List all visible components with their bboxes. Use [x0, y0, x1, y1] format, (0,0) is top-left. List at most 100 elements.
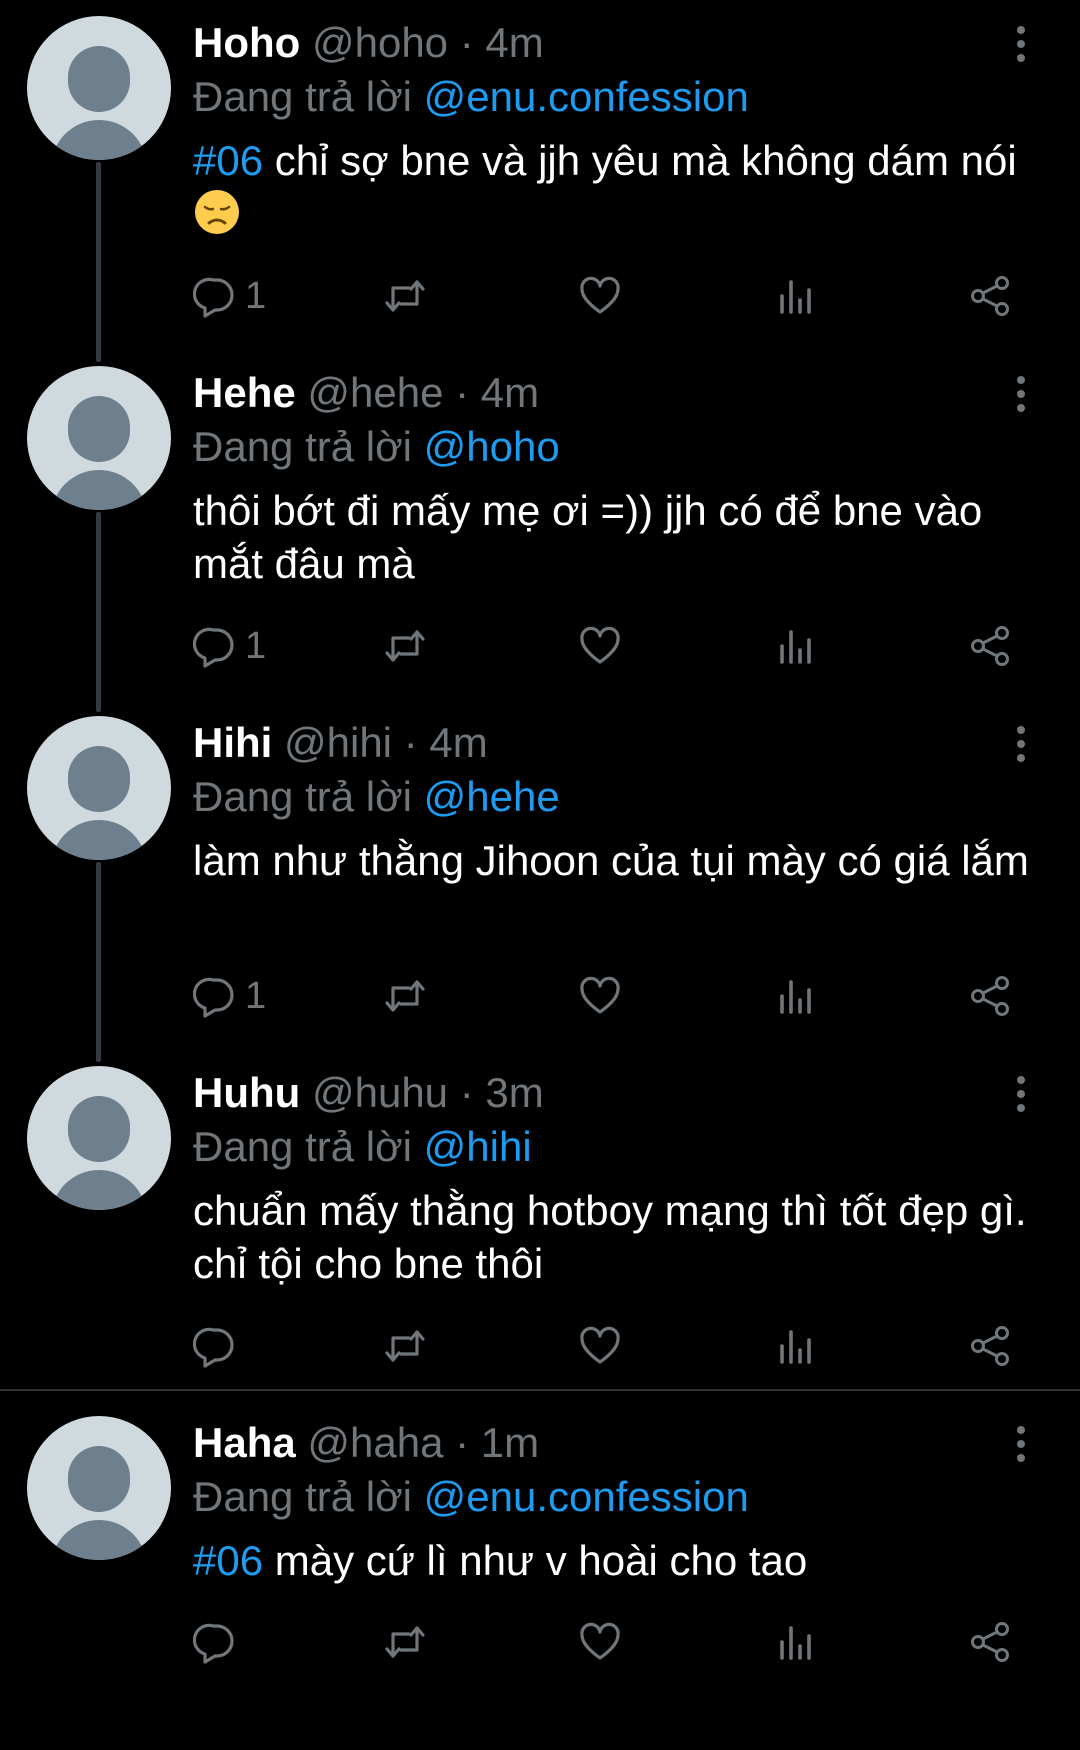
like-button[interactable] [578, 968, 622, 1024]
tweet-text: thôi bớt đi mấy mẹ ơi =)) jjh có để bne … [193, 484, 1043, 590]
timestamp[interactable]: 1m [481, 1419, 539, 1466]
reply-button[interactable]: 1 [193, 268, 266, 324]
tweet-text-content: mày cứ lì như v hoài cho tao [263, 1537, 808, 1584]
reply-button[interactable] [193, 1614, 245, 1670]
tweet[interactable]: Hoho @hoho · 4m Đang trả lời @enu.confes… [0, 0, 1080, 350]
retweet-icon [385, 630, 425, 662]
replying-to-label: Đang trả lời [193, 1123, 412, 1170]
views-icon [780, 630, 811, 664]
reply-icon [193, 977, 234, 1018]
retweet-icon [385, 280, 425, 312]
views-button[interactable] [773, 968, 817, 1024]
avatar-body-shape [51, 820, 147, 860]
like-icon [580, 1326, 620, 1364]
display-name[interactable]: Hihi [193, 719, 272, 766]
reply-mention-link[interactable]: @enu.confession [424, 73, 749, 120]
tweet-text: làm như thằng Jihoon của tụi mày có giá … [193, 834, 1043, 887]
retweet-button[interactable] [383, 968, 427, 1024]
reply-count: 1 [245, 275, 267, 317]
display-name[interactable]: Huhu [193, 1069, 300, 1116]
timestamp[interactable]: 4m [429, 719, 487, 766]
replying-to-line: Đang trả lời @hehe [193, 770, 560, 824]
tweet-text: #06 mày cứ lì như v hoài cho tao [193, 1534, 1043, 1587]
views-button[interactable] [773, 268, 817, 324]
replying-to-line: Đang trả lời @enu.confession [193, 70, 749, 124]
avatar[interactable] [27, 16, 171, 160]
share-button[interactable] [968, 268, 1012, 324]
share-button[interactable] [968, 1318, 1012, 1374]
share-button[interactable] [968, 968, 1012, 1024]
reply-mention-link[interactable]: @hihi [424, 1123, 532, 1170]
avatar-head-shape [68, 746, 130, 812]
avatar-head-shape [68, 396, 130, 462]
retweet-button[interactable] [383, 1318, 427, 1374]
reply-mention-link[interactable]: @enu.confession [424, 1473, 749, 1520]
avatar[interactable] [27, 1416, 171, 1560]
retweet-button[interactable] [383, 268, 427, 324]
hashtag-link[interactable]: #06 [193, 137, 263, 184]
avatar-body-shape [51, 1520, 147, 1560]
more-vertical-icon[interactable] [1006, 370, 1036, 418]
like-button[interactable] [578, 618, 622, 674]
retweet-button[interactable] [383, 618, 427, 674]
reply-thread: Hoho @hoho · 4m Đang trả lời @enu.confes… [0, 0, 1080, 1679]
display-name[interactable]: Hehe [193, 369, 296, 416]
more-vertical-icon[interactable] [1006, 20, 1036, 68]
avatar[interactable] [27, 716, 171, 860]
tweet-actions: 1 [193, 268, 1053, 324]
tweet-actions: 1 [193, 968, 1053, 1024]
views-button[interactable] [773, 618, 817, 674]
user-handle[interactable]: @hihi [284, 719, 392, 766]
timestamp[interactable]: 4m [485, 19, 543, 66]
user-handle[interactable]: @huhu [312, 1069, 448, 1116]
reply-button[interactable]: 1 [193, 968, 266, 1024]
replying-to-line: Đang trả lời @hihi [193, 1120, 532, 1174]
retweet-icon [385, 980, 425, 1012]
like-icon [580, 276, 620, 314]
reply-button[interactable]: 1 [193, 618, 266, 674]
tweet-text: chuẩn mấy thằng hotboy mạng thì tốt đẹp … [193, 1184, 1043, 1290]
share-button[interactable] [968, 1614, 1012, 1670]
tweet-text: #06 chỉ sợ bne và jjh yêu mà không dám n… [193, 134, 1043, 240]
user-handle[interactable]: @hoho [312, 19, 448, 66]
tweet[interactable]: Haha @haha · 1m Đang trả lời @enu.confes… [0, 1400, 1080, 1750]
reply-icon [193, 1327, 234, 1368]
avatar-body-shape [51, 1170, 147, 1210]
timestamp[interactable]: 4m [481, 369, 539, 416]
reply-button[interactable] [193, 1318, 245, 1374]
views-icon [780, 280, 811, 314]
views-button[interactable] [773, 1318, 817, 1374]
tweet-text-content: chuẩn mấy thằng hotboy mạng thì tốt đẹp … [193, 1187, 1027, 1287]
like-button[interactable] [578, 1614, 622, 1670]
share-icon [971, 626, 1009, 666]
like-button[interactable] [578, 268, 622, 324]
tweet[interactable]: Hehe @hehe · 4m Đang trả lời @hoho thôi … [0, 350, 1080, 700]
disappointed-face-emoji [195, 190, 239, 234]
tweet[interactable]: Hihi @hihi · 4m Đang trả lời @hehe làm n… [0, 700, 1080, 1050]
tweet-actions: 1 [193, 618, 1053, 674]
hashtag-link[interactable]: #06 [193, 1537, 263, 1584]
tweet[interactable]: Huhu @huhu · 3m Đang trả lời @hihi chuẩn… [0, 1050, 1080, 1400]
more-vertical-icon[interactable] [1006, 1070, 1036, 1118]
display-name[interactable]: Haha [193, 1419, 296, 1466]
retweet-button[interactable] [383, 1614, 427, 1670]
separator-dot: · [455, 369, 470, 416]
reply-mention-link[interactable]: @hehe [424, 773, 560, 820]
user-handle[interactable]: @haha [307, 1419, 443, 1466]
views-button[interactable] [773, 1614, 817, 1670]
share-button[interactable] [968, 618, 1012, 674]
retweet-icon [385, 1330, 425, 1362]
more-vertical-icon[interactable] [1006, 1420, 1036, 1468]
avatar[interactable] [27, 1066, 171, 1210]
like-button[interactable] [578, 1318, 622, 1374]
display-name[interactable]: Hoho [193, 19, 300, 66]
tweet-actions [193, 1614, 1053, 1670]
user-handle[interactable]: @hehe [307, 369, 443, 416]
avatar[interactable] [27, 366, 171, 510]
timestamp[interactable]: 3m [485, 1069, 543, 1116]
share-icon [971, 976, 1009, 1016]
reply-mention-link[interactable]: @hoho [424, 423, 560, 470]
replying-to-label: Đang trả lời [193, 423, 412, 470]
more-vertical-icon[interactable] [1006, 720, 1036, 768]
replying-to-line: Đang trả lời @enu.confession [193, 1470, 749, 1524]
